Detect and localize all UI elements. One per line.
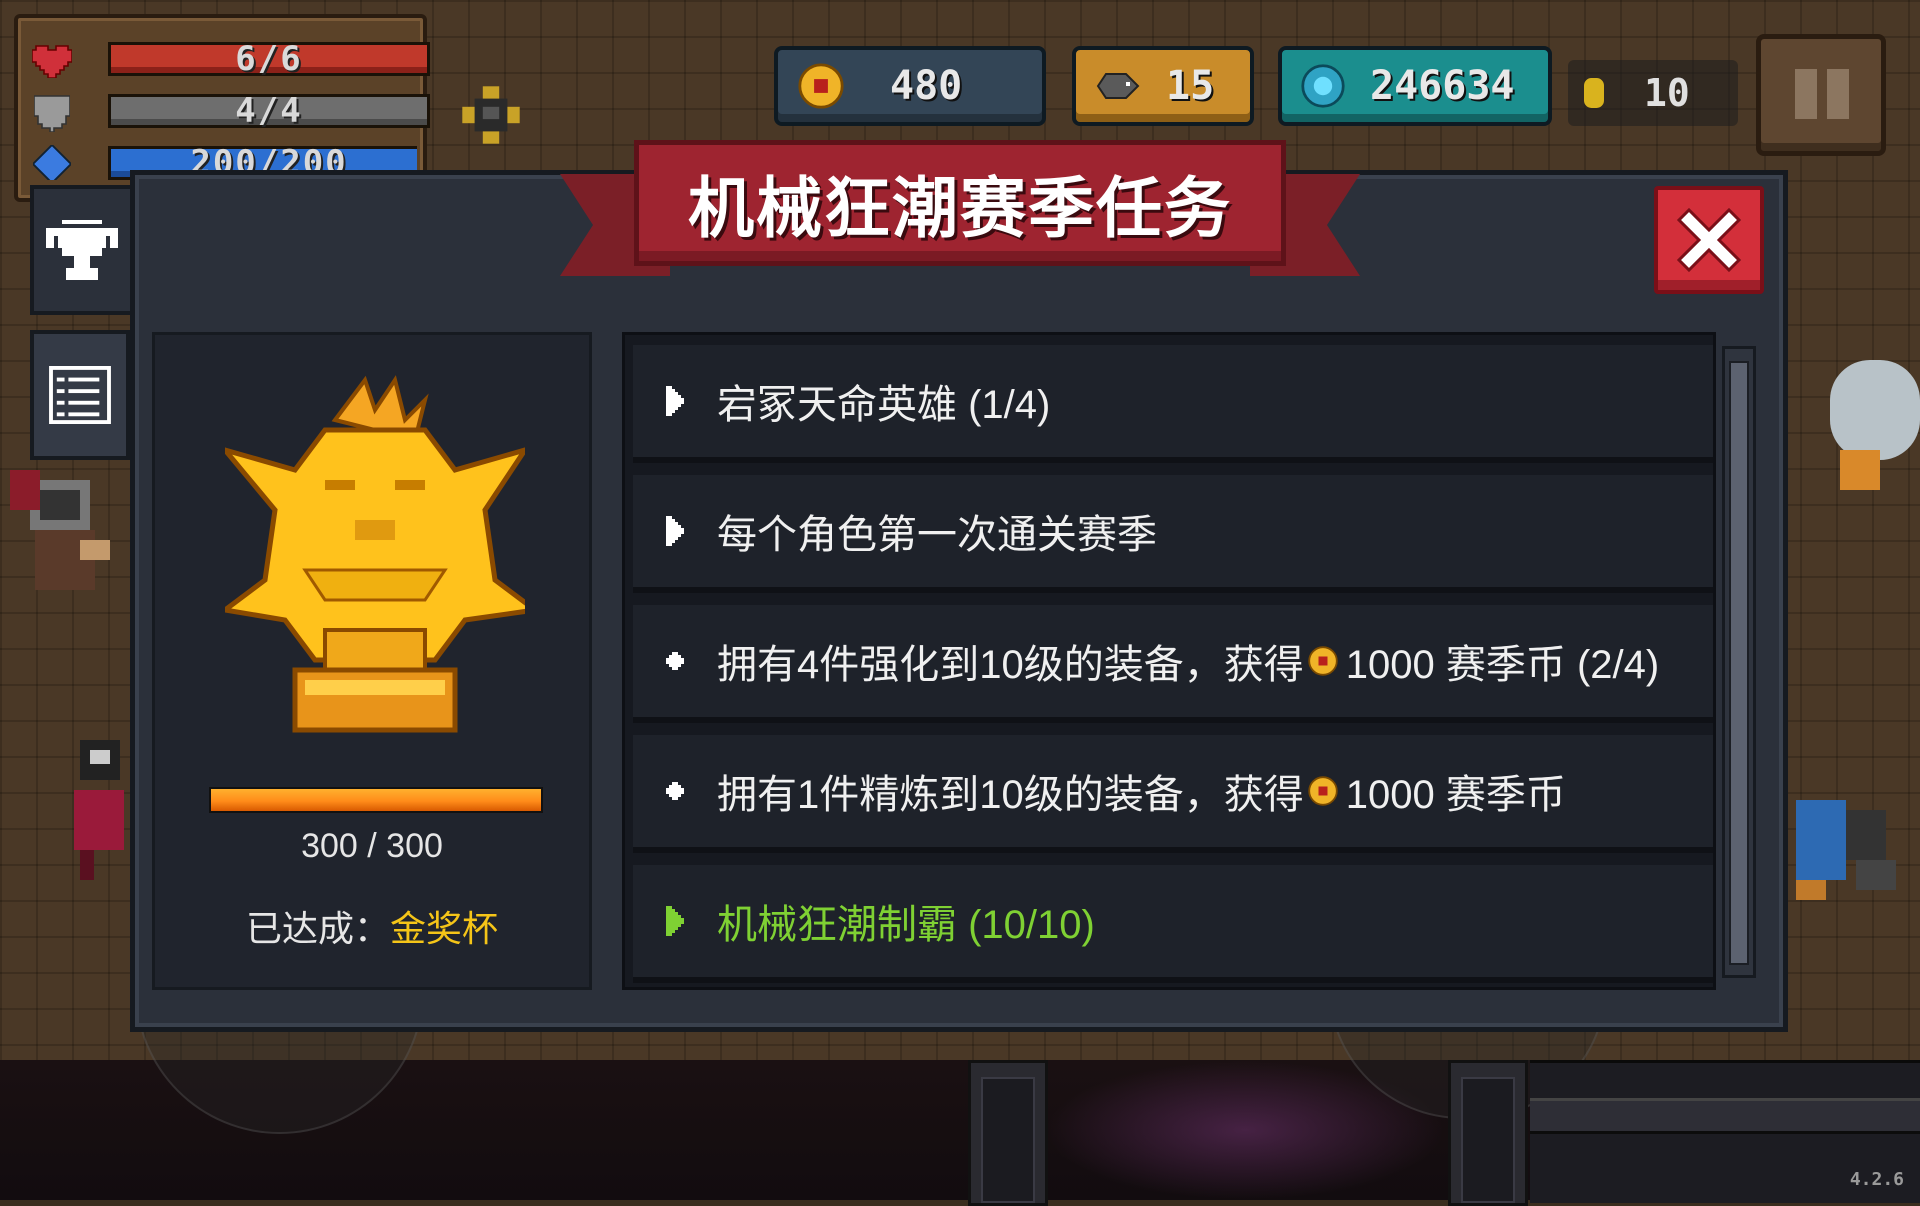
scrollbar-thumb[interactable]: [1729, 361, 1749, 965]
task-text: 机械狂潮制霸 (10/10): [717, 903, 1095, 947]
coin-icon: [1308, 646, 1338, 676]
coin-icon: [1308, 776, 1338, 806]
dialog-title: 机械狂潮赛季任务: [688, 170, 1232, 247]
gem-counter: 246634: [1278, 46, 1552, 126]
list-icon: [49, 366, 111, 424]
tab-task-list[interactable]: [30, 330, 130, 460]
hp-row: 6/6: [32, 38, 430, 80]
version-label: 4.2.6: [1849, 1169, 1904, 1190]
task-text: 每个角色第一次通关赛季: [717, 513, 1157, 557]
wall-pillar: [968, 1060, 1048, 1206]
season-coin-counter: 480: [774, 46, 1046, 126]
trophy-progress-text: 300 / 300: [301, 827, 443, 865]
pause-icon: [1795, 69, 1817, 119]
armor-bar: 4/4: [108, 94, 430, 128]
achieved-status: 已达成：金奖杯: [155, 900, 589, 952]
bullet-icon: [663, 652, 687, 670]
material-icon: [1584, 78, 1604, 108]
trophy-card: 300 / 300 已达成：金奖杯: [152, 332, 592, 990]
task-text: 拥有1件精炼到10级的装备，获得: [717, 773, 1304, 817]
task-text: 拥有4件强化到10级的装备，获得: [717, 643, 1304, 687]
shield-icon: [32, 92, 72, 132]
gold-trophy-icon: [225, 375, 525, 733]
trophy-icon: [46, 220, 118, 280]
npc-ghost: [1830, 360, 1920, 490]
tab-trophy[interactable]: [30, 185, 134, 315]
pause-button[interactable]: [1756, 34, 1886, 156]
task-text: 宕冢天命英雄 (1/4): [717, 383, 1051, 427]
heart-icon: [32, 40, 72, 80]
armor-row: 4/4: [32, 90, 430, 132]
list-item[interactable]: 每个角色第一次通关赛季: [633, 475, 1713, 593]
task-list: 宕冢天命英雄 (1/4) 每个角色第一次通关赛季 拥有4件强化到10级的装备，获…: [622, 332, 1716, 990]
energy-gem-icon: [32, 144, 72, 180]
trophy-progress-bar: [209, 787, 543, 813]
trophy-progress-fill: [211, 789, 541, 811]
npc-rogue: [74, 740, 124, 880]
npc-engineer: [1796, 800, 1896, 900]
list-item[interactable]: 机械狂潮制霸 (10/10): [633, 865, 1713, 983]
list-item: 拥有4件强化到10级的装备，获得 1000 赛季币 (2/4): [633, 605, 1713, 723]
wall-pillar: [1448, 1060, 1528, 1206]
buff-icon: [462, 86, 520, 144]
bullet-icon: [663, 782, 687, 800]
gem-icon: [1300, 63, 1346, 109]
task-reward: 1000 赛季币: [1345, 773, 1566, 817]
list-item[interactable]: 宕冢天命英雄 (1/4): [633, 345, 1713, 463]
close-icon: [1676, 207, 1742, 273]
task-list-scrollbar[interactable]: [1722, 346, 1756, 978]
task-reward: 1000 赛季币 (2/4): [1345, 643, 1660, 687]
arrow-right-icon: [663, 906, 687, 936]
fish-counter: 15: [1072, 46, 1254, 126]
arrow-right-icon: [663, 516, 687, 546]
achieved-value: 金奖杯: [390, 908, 499, 949]
achieved-label: 已达成：: [245, 908, 390, 949]
dialog-title-ribbon: 机械狂潮赛季任务: [560, 140, 1360, 300]
coin-icon: [798, 63, 844, 109]
close-button[interactable]: [1654, 186, 1764, 294]
npc-knight: [10, 470, 110, 590]
arrow-right-icon: [663, 386, 687, 416]
fish-icon: [1094, 66, 1142, 106]
material-counter: 10: [1568, 60, 1738, 126]
list-item: 拥有1件精炼到10级的装备，获得 1000 赛季币: [633, 735, 1713, 853]
hp-bar: 6/6: [108, 42, 430, 76]
